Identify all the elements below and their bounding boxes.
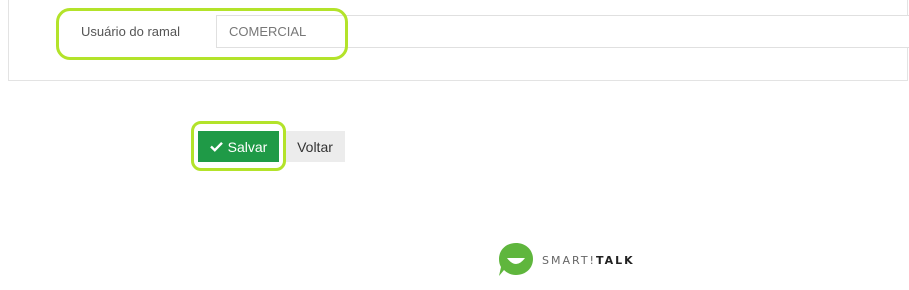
check-icon — [209, 141, 223, 152]
save-button[interactable]: Salvar — [198, 131, 279, 162]
extension-user-label: Usuário do ramal — [81, 24, 180, 39]
back-button[interactable]: Voltar — [285, 131, 345, 162]
logo-wordmark: SMART!TALK — [542, 254, 635, 267]
extension-user-input[interactable]: COMERCIAL — [216, 15, 909, 48]
save-button-label: Salvar — [227, 138, 268, 155]
smarttalk-logo: SMART!TALK — [496, 240, 635, 280]
form-panel: Usuário do ramal COMERCIAL — [8, 0, 909, 81]
back-button-label: Voltar — [297, 138, 333, 155]
logo-text-bold: TALK — [595, 253, 635, 267]
speech-bubble-logo-icon — [499, 243, 533, 276]
logo-text-regular: SMART! — [542, 253, 596, 267]
extension-user-row: Usuário do ramal COMERCIAL — [61, 3, 909, 59]
